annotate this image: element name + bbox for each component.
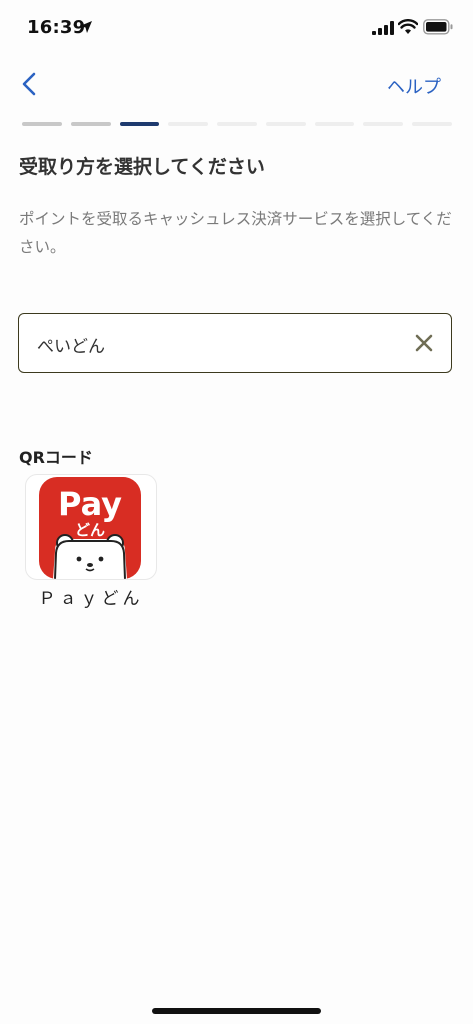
status-bar: 16:39 [0,0,473,56]
home-indicator [152,1008,321,1014]
progress-step [22,122,62,126]
logo-subtext: どん [75,521,105,539]
wifi-icon [398,19,418,34]
chevron-left-icon [22,72,36,96]
service-name: Ｐａｙどん [38,589,144,609]
search-input[interactable]: ぺいどん [18,313,452,373]
help-link[interactable]: ヘルプ [387,73,441,99]
logo-text: Pay [58,485,122,523]
progress-step [265,122,306,126]
close-icon [415,334,433,352]
step-progress-bar [22,122,452,128]
location-arrow-icon [80,21,92,33]
paydon-logo-icon: Pay どん [39,477,141,579]
progress-step [363,122,404,126]
search-input-value[interactable]: ぺいどん [37,332,105,357]
signal-icon [372,21,394,35]
progress-step [412,122,452,126]
progress-step [217,122,257,126]
progress-step [314,122,355,126]
back-button[interactable] [12,66,48,102]
battery-icon [423,19,453,35]
progress-step [70,122,111,126]
clear-button[interactable] [409,328,439,358]
page-title: 受取り方を選択してください [19,156,265,178]
status-time: 16:39 [27,17,86,38]
section-title: QRコード [19,448,93,467]
service-payment-option[interactable]: Pay どん Ｐａｙどん [25,474,157,609]
progress-step [168,122,209,126]
progress-step [119,122,160,126]
page-description: ポイントを受取るキャッシュレス決済サービスを選択してください。 [19,210,452,256]
